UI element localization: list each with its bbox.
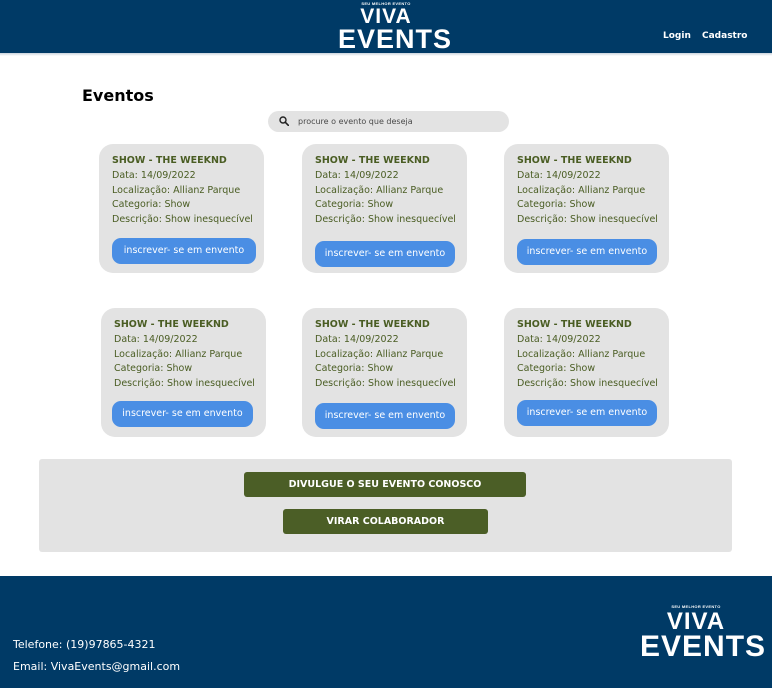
search-bar[interactable]: [268, 111, 509, 132]
event-location: Localização: Allianz Parque: [114, 349, 243, 360]
event-location: Localização: Allianz Parque: [517, 185, 646, 196]
event-card: SHOW - THE WEEKND Data: 14/09/2022 Local…: [504, 308, 669, 437]
subscribe-event-button[interactable]: inscrever- se em envento: [517, 400, 657, 426]
event-category: Categoria: Show: [114, 363, 193, 374]
viva-events-footer-logo: SEU MELHOR EVENTO VIVA EVENTS: [640, 604, 767, 663]
event-card: SHOW - THE WEEKND Data: 14/09/2022 Local…: [101, 308, 266, 437]
event-category: Categoria: Show: [112, 199, 191, 210]
subscribe-event-button[interactable]: inscrever- se em envento: [112, 238, 256, 264]
logo-line-events: EVENTS: [338, 24, 453, 54]
event-title: SHOW - THE WEEKND: [315, 155, 430, 166]
event-description: Descrição: Show inesquecível: [315, 378, 456, 389]
event-card: SHOW - THE WEEKND Data: 14/09/2022 Local…: [302, 144, 467, 273]
event-location: Localização: Allianz Parque: [112, 185, 241, 196]
event-date: Data: 14/09/2022: [114, 334, 198, 345]
event-category: Categoria: Show: [517, 199, 596, 210]
page-title: Eventos: [82, 86, 154, 105]
call-to-action-panel: DIVULGUE O SEU EVENTO CONOSCO VIRAR COLA…: [39, 459, 732, 552]
event-location: Localização: Allianz Parque: [517, 349, 646, 360]
site-header: SEU MELHOR EVENTO VIVA EVENTS Login Cada…: [0, 0, 772, 53]
event-description: Descrição: Show inesquecível: [112, 214, 253, 225]
site-footer: Telefone: (19)97865-4321 Email: VivaEven…: [0, 576, 772, 688]
event-date: Data: 14/09/2022: [112, 170, 196, 181]
subscribe-event-button[interactable]: inscrever- se em envento: [517, 239, 657, 265]
event-title: SHOW - THE WEEKND: [114, 319, 229, 330]
event-description: Descrição: Show inesquecível: [114, 378, 255, 389]
event-title: SHOW - THE WEEKND: [517, 319, 632, 330]
event-title: SHOW - THE WEEKND: [517, 155, 632, 166]
search-icon[interactable]: [279, 116, 289, 126]
event-date: Data: 14/09/2022: [315, 334, 399, 345]
subscribe-event-button[interactable]: inscrever- se em envento: [315, 241, 455, 267]
virar-colaborador-button[interactable]: VIRAR COLABORADOR: [283, 509, 488, 534]
cadastro-link[interactable]: Cadastro: [702, 31, 747, 41]
event-location: Localização: Allianz Parque: [315, 185, 444, 196]
subscribe-event-button[interactable]: inscrever- se em envento: [315, 403, 455, 429]
event-date: Data: 14/09/2022: [517, 334, 601, 345]
event-date: Data: 14/09/2022: [315, 170, 399, 181]
event-category: Categoria: Show: [315, 363, 394, 374]
footer-phone: Telefone: (19)97865-4321: [13, 638, 156, 651]
viva-events-logo[interactable]: SEU MELHOR EVENTO VIVA EVENTS: [338, 1, 453, 54]
event-card: SHOW - THE WEEKND Data: 14/09/2022 Local…: [302, 308, 467, 437]
header-shadow: [0, 53, 772, 56]
divulgue-evento-button[interactable]: DIVULGUE O SEU EVENTO CONOSCO: [244, 472, 526, 497]
footer-email[interactable]: Email: VivaEvents@gmail.com: [13, 660, 180, 673]
event-card: SHOW - THE WEEKND Data: 14/09/2022 Local…: [504, 144, 669, 273]
search-input[interactable]: [298, 113, 498, 129]
event-title: SHOW - THE WEEKND: [112, 155, 227, 166]
event-date: Data: 14/09/2022: [517, 170, 601, 181]
subscribe-event-button[interactable]: inscrever- se em envento: [112, 401, 253, 427]
event-location: Localização: Allianz Parque: [315, 349, 444, 360]
event-title: SHOW - THE WEEKND: [315, 319, 430, 330]
event-card: SHOW - THE WEEKND Data: 14/09/2022 Local…: [99, 144, 264, 273]
event-category: Categoria: Show: [315, 199, 394, 210]
logo-line-events: EVENTS: [640, 630, 767, 663]
event-description: Descrição: Show inesquecível: [517, 214, 658, 225]
event-category: Categoria: Show: [517, 363, 596, 374]
login-link[interactable]: Login: [663, 31, 691, 41]
event-description: Descrição: Show inesquecível: [517, 378, 658, 389]
event-description: Descrição: Show inesquecível: [315, 214, 456, 225]
